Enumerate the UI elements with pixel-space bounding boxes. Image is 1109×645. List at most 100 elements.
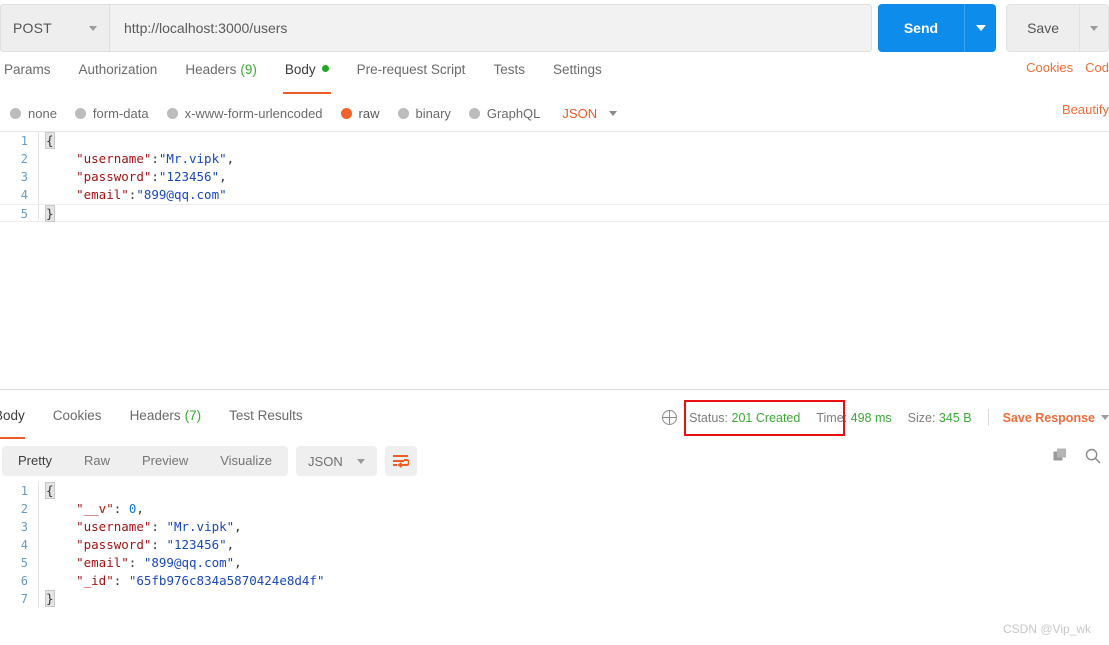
header-link-cod[interactable]: Cod bbox=[1085, 60, 1109, 75]
status-label: Status: bbox=[689, 410, 729, 425]
response-tab-test-results[interactable]: Test Results bbox=[215, 406, 317, 434]
code-token: , bbox=[226, 537, 235, 552]
save-button[interactable]: Save bbox=[1006, 4, 1079, 52]
word-wrap-button[interactable] bbox=[384, 446, 417, 476]
status-item: Status: 201 Created bbox=[689, 411, 800, 425]
code-text: "username":"Mr.vipk", bbox=[38, 150, 1109, 168]
code-text: "_id": "65fb976c834a5870424e8d4f" bbox=[38, 572, 1109, 590]
code-line: 5} bbox=[0, 204, 1109, 222]
response-view-preview[interactable]: Preview bbox=[126, 446, 204, 476]
code-token: "899@qq.com" bbox=[136, 187, 227, 202]
chevron-down-icon bbox=[89, 25, 97, 31]
save-button-group: Save bbox=[1006, 4, 1109, 52]
code-token: : bbox=[151, 151, 159, 166]
body-type-binary[interactable]: binary bbox=[397, 105, 451, 121]
line-number: 1 bbox=[20, 134, 28, 148]
code-token: } bbox=[45, 205, 55, 222]
code-line: 6 "_id": "65fb976c834a5870424e8d4f" bbox=[0, 572, 1109, 590]
code-line: 4 "password": "123456", bbox=[0, 536, 1109, 554]
tab-label: Headers bbox=[185, 62, 237, 77]
request-tab-authorization[interactable]: Authorization bbox=[65, 60, 172, 88]
code-text: "password": "123456", bbox=[38, 536, 1109, 554]
request-tab-tests[interactable]: Tests bbox=[479, 60, 539, 88]
body-type-none[interactable]: none bbox=[10, 106, 57, 121]
http-method-select[interactable]: POST bbox=[0, 4, 110, 52]
code-token: : bbox=[151, 169, 159, 184]
code-token: , bbox=[226, 151, 235, 166]
request-tab-settings[interactable]: Settings bbox=[539, 60, 616, 88]
request-tab-headers[interactable]: Headers (9) bbox=[171, 60, 271, 88]
save-response-button[interactable]: Save Response bbox=[1003, 411, 1095, 425]
http-method-label: POST bbox=[13, 20, 52, 36]
save-options-button[interactable] bbox=[1079, 4, 1109, 52]
body-type-raw[interactable]: raw bbox=[340, 105, 380, 121]
line-number: 3 bbox=[20, 170, 28, 184]
header-link-cookies[interactable]: Cookies bbox=[1026, 60, 1073, 75]
time-value: 498 ms bbox=[850, 410, 892, 425]
size-label: Size: bbox=[907, 410, 936, 425]
body-type-form-data[interactable]: form-data bbox=[74, 106, 149, 121]
code-token: , bbox=[219, 169, 227, 184]
body-type-label: x-www-form-urlencoded bbox=[184, 105, 323, 121]
response-view-raw[interactable]: Raw bbox=[68, 446, 126, 476]
response-format-label: JSON bbox=[308, 453, 343, 469]
line-number: 4 bbox=[20, 538, 28, 552]
response-meta: Status: 201 Created Time: 498 ms Size: 3… bbox=[661, 409, 1109, 426]
tab-label: Body bbox=[0, 408, 25, 423]
response-tab-cookies[interactable]: Cookies bbox=[39, 406, 116, 434]
response-view-visualize[interactable]: Visualize bbox=[204, 446, 288, 476]
code-token: "email" bbox=[76, 555, 129, 570]
tab-label: Tests bbox=[493, 62, 525, 77]
body-type-label: binary bbox=[415, 105, 451, 121]
request-body-editor[interactable]: 1{2 "username":"Mr.vipk", 3 "password":"1… bbox=[0, 131, 1109, 383]
request-tab-body[interactable]: Body bbox=[271, 60, 343, 94]
raw-format-label: JSON bbox=[562, 105, 598, 121]
code-text: { bbox=[38, 132, 1109, 150]
search-icon[interactable] bbox=[1085, 448, 1101, 467]
body-type-label: raw bbox=[358, 105, 380, 121]
copy-icon[interactable] bbox=[1053, 448, 1069, 467]
response-view-toolbar: Pretty Raw Preview Visualize JSON bbox=[0, 444, 1109, 478]
request-tab-params[interactable]: Params bbox=[0, 60, 65, 88]
chevron-down-icon[interactable] bbox=[1101, 415, 1109, 420]
code-token: : bbox=[151, 519, 167, 534]
tab-label: Cookies bbox=[52, 408, 102, 423]
tab-label: Settings bbox=[552, 62, 602, 77]
response-format-select[interactable]: JSON bbox=[296, 446, 377, 476]
code-text: { bbox=[38, 482, 1109, 500]
radio-icon bbox=[166, 107, 178, 119]
response-view-pretty[interactable]: Pretty bbox=[2, 446, 68, 476]
send-options-button[interactable] bbox=[964, 4, 997, 52]
line-number: 5 bbox=[20, 556, 28, 570]
code-token: : bbox=[128, 555, 144, 570]
url-input[interactable]: http://localhost:3000/users bbox=[110, 4, 872, 52]
code-token: } bbox=[45, 590, 55, 607]
pane-divider[interactable] bbox=[0, 389, 1109, 390]
raw-format-select[interactable]: JSON bbox=[562, 105, 618, 121]
send-button[interactable]: Send bbox=[877, 4, 965, 52]
line-number: 1 bbox=[20, 484, 28, 498]
response-tab-body[interactable]: Body bbox=[0, 406, 39, 439]
beautify-button[interactable]: Beautify bbox=[1062, 102, 1109, 117]
status-value: 201 Created bbox=[731, 410, 801, 425]
tab-count-badge: (7) bbox=[184, 408, 202, 423]
code-token: "_id" bbox=[76, 573, 114, 588]
body-type-x-www-form-urlencoded[interactable]: x-www-form-urlencoded bbox=[166, 105, 323, 121]
code-token: : bbox=[151, 537, 167, 552]
meta-separator bbox=[987, 409, 989, 426]
code-token: "123456" bbox=[166, 537, 227, 552]
response-body-viewer[interactable]: 1{2 "__v": 0, 3 "username": "Mr.vipk", 4 "… bbox=[0, 482, 1109, 645]
request-tab-pre-request-script[interactable]: Pre-request Script bbox=[343, 60, 480, 88]
code-token: { bbox=[45, 482, 55, 499]
response-tab-headers[interactable]: Headers (7) bbox=[116, 406, 216, 434]
body-type-graphql[interactable]: GraphQL bbox=[468, 106, 540, 121]
code-token: , bbox=[234, 519, 242, 534]
size-item: Size: 345 B bbox=[908, 411, 972, 425]
code-line: 5 "email": "899@qq.com", bbox=[0, 554, 1109, 572]
tab-label: Authorization bbox=[78, 62, 158, 77]
code-line: 1{ bbox=[0, 482, 1109, 500]
